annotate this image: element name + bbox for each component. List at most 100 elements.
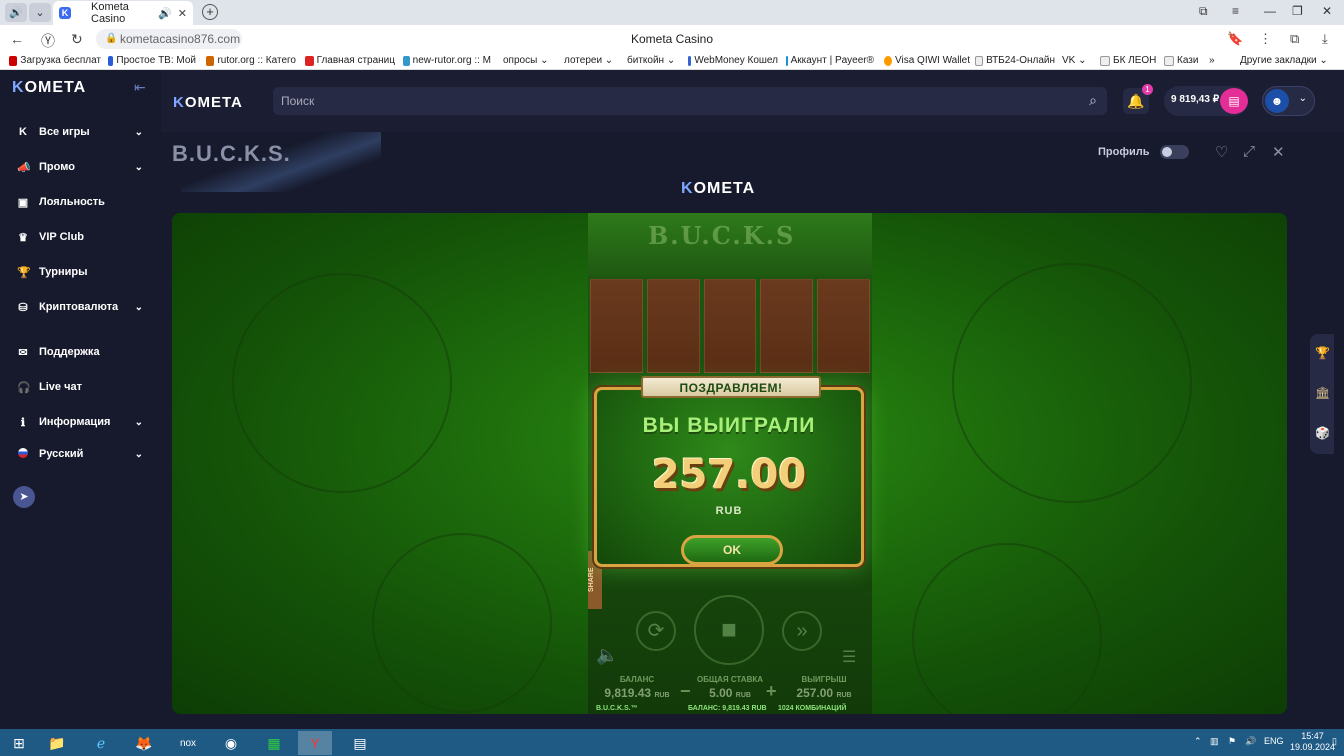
reel bbox=[760, 279, 814, 373]
bookmark-favicon-icon bbox=[403, 55, 410, 66]
bet-decrease-icon[interactable]: − bbox=[680, 681, 691, 702]
back-icon[interactable]: ← bbox=[10, 31, 24, 47]
bookmark-item[interactable]: rutor.org :: Катего bbox=[206, 55, 296, 66]
right-rail: 🏆 🏛 🎲 bbox=[1310, 334, 1334, 454]
stop-spin-button[interactable]: ■ bbox=[694, 595, 764, 665]
bookmark-item[interactable]: WebMoney Кошел bbox=[688, 55, 778, 66]
sidebar-item-promo[interactable]: 📣 Промо ⌄ bbox=[17, 157, 147, 177]
turbo-icon[interactable]: » bbox=[782, 611, 822, 651]
footer-game-name: B.U.C.K.S.™ bbox=[596, 705, 638, 712]
profile-toggle[interactable] bbox=[1160, 145, 1189, 159]
excel-icon[interactable]: ▦ bbox=[257, 731, 291, 755]
tabs-menu-chevron-icon[interactable]: ⌄ bbox=[29, 3, 51, 22]
sidebar-item-language[interactable]: Русский ⌄ bbox=[17, 444, 147, 464]
bookmark-item[interactable]: ВТБ24-Онлайн bbox=[975, 55, 1055, 66]
system-clock[interactable]: 15:47 19.09.2024 bbox=[1290, 731, 1335, 753]
telegram-icon[interactable]: ➤ bbox=[13, 486, 35, 508]
chrome-icon[interactable]: ◉ bbox=[214, 731, 248, 755]
nox-icon[interactable]: nox bbox=[171, 731, 205, 755]
window-close-icon[interactable]: ✕ bbox=[1322, 4, 1332, 18]
minimize-icon[interactable]: — bbox=[1264, 4, 1276, 18]
url-field[interactable]: 🔒 kometacasino876.com bbox=[96, 29, 242, 49]
wallet-icon[interactable]: ▤ bbox=[1220, 88, 1248, 114]
bookmark-folder[interactable]: VK ⌄ bbox=[1062, 55, 1092, 66]
new-tab-icon[interactable]: + bbox=[202, 4, 218, 20]
more-icon[interactable]: ⋮ bbox=[1259, 31, 1272, 47]
slot-footer: B.U.C.K.S.™ БАЛАНС: 9,819.43 RUB 1024 КО… bbox=[596, 705, 866, 712]
windows-start-icon[interactable]: ⊞ bbox=[2, 731, 36, 755]
bookmark-item[interactable]: Простое ТВ: Мой bbox=[108, 55, 196, 66]
game-frame[interactable]: B.U.C.K.S SHARE ⟳ ■ » 🔈 ☰ БАЛАНС 9,819.4… bbox=[172, 213, 1287, 714]
notifications-button[interactable]: 🔔 1 bbox=[1123, 84, 1153, 114]
internet-explorer-icon[interactable]: ℯ bbox=[84, 731, 118, 755]
bookmark-item[interactable]: Главная страниц bbox=[305, 55, 395, 66]
network-icon[interactable]: ▥ bbox=[1210, 736, 1219, 747]
bookmark-favicon-icon bbox=[786, 55, 788, 66]
autoplay-icon[interactable]: ⟳ bbox=[636, 611, 676, 651]
bookmark-icon[interactable]: 🔖 bbox=[1227, 31, 1243, 47]
sound-icon[interactable]: 🔈 bbox=[596, 645, 618, 666]
bookmark-item[interactable]: Кази bbox=[1164, 55, 1200, 66]
reload-icon[interactable]: ↻ bbox=[71, 31, 83, 48]
bookmark-item[interactable]: Загрузка бесплат bbox=[9, 55, 101, 66]
sidebar-item-support[interactable]: ✉ Поддержка bbox=[17, 342, 147, 362]
kometa-logo[interactable]: KOMETA bbox=[173, 94, 243, 111]
bookmark-folder[interactable]: опросы ⌄ bbox=[503, 55, 553, 66]
browser-tab-bar: 🔊 ⌄ K Kometa Casino 🔊 ✕ + ⧉ ≡ — ❐ ✕ bbox=[0, 0, 1344, 25]
sidebar-item-label: VIP Club bbox=[39, 231, 85, 243]
notifications-icon[interactable]: ≡ bbox=[1232, 4, 1239, 18]
fullscreen-icon[interactable]: ⤢ bbox=[1243, 143, 1255, 160]
sidebar-item-loyalty[interactable]: ▣ Лояльность bbox=[17, 192, 147, 212]
bookmark-folder[interactable]: лотереи ⌄ bbox=[564, 55, 616, 66]
bookmark-favicon-icon bbox=[305, 55, 314, 66]
other-bookmarks[interactable]: Другие закладки ⌄ bbox=[1240, 55, 1340, 66]
slot-controls: ⟳ ■ » 🔈 ☰ БАЛАНС 9,819.43 RUB − ОБЩАЯ СТ… bbox=[588, 589, 872, 714]
bookmark-folder[interactable]: биткойн ⌄ bbox=[627, 55, 679, 66]
dice-icon[interactable]: 🎲 bbox=[1315, 426, 1330, 440]
volume-icon[interactable]: 🔊 bbox=[1245, 736, 1256, 747]
sidebar-item-label: Турниры bbox=[39, 266, 88, 278]
search-icon[interactable]: ⌕ bbox=[1089, 92, 1097, 109]
bookmark-label: VK bbox=[1062, 55, 1076, 66]
bookmark-item[interactable]: БК ЛЕОН bbox=[1100, 55, 1158, 66]
flag-icon[interactable]: ⚑ bbox=[1228, 736, 1236, 747]
speaker-icon[interactable]: 🔊 bbox=[5, 3, 27, 22]
favorite-heart-icon[interactable]: ♡ bbox=[1215, 143, 1228, 161]
bookmarks-overflow-icon[interactable]: » bbox=[1209, 55, 1221, 66]
sidebar-item-crypto[interactable]: ⛁ Криптовалюта ⌄ bbox=[17, 297, 147, 317]
language-indicator[interactable]: ENG bbox=[1264, 736, 1284, 746]
bookmark-item[interactable]: Аккаунт | Payeer® bbox=[786, 55, 874, 66]
extensions-icon[interactable]: ⧉ bbox=[1290, 31, 1299, 47]
ok-button[interactable]: OK bbox=[681, 535, 783, 565]
tab-close-icon[interactable]: ✕ bbox=[178, 7, 187, 20]
trophy-icon[interactable]: 🏆 bbox=[1315, 346, 1330, 360]
logo-k: K bbox=[681, 180, 694, 197]
sidebar-item-tournaments[interactable]: 🏆 Турниры bbox=[17, 262, 147, 282]
yandex-icon[interactable]: Ⓨ bbox=[41, 31, 55, 51]
browser-tab-active[interactable]: K Kometa Casino 🔊 ✕ bbox=[53, 1, 193, 25]
yandex-browser-icon[interactable]: Y bbox=[298, 731, 332, 755]
sidebar-item-label: Лояльность bbox=[39, 196, 105, 208]
sidebar-item-all-games[interactable]: K Все игры ⌄ bbox=[17, 122, 147, 142]
sidebar-collapse-icon[interactable]: ⇤ bbox=[134, 79, 146, 96]
bank-icon[interactable]: 🏛 bbox=[1315, 386, 1330, 400]
kometa-logo[interactable]: KOMETA bbox=[12, 79, 86, 97]
menu-icon[interactable]: ☰ bbox=[842, 647, 856, 667]
search-input[interactable]: Поиск ⌕ bbox=[273, 87, 1107, 115]
bookmark-item[interactable]: Visa QIWI Wallet bbox=[884, 55, 970, 66]
download-icon[interactable]: ⤓ bbox=[1322, 31, 1328, 47]
bet-increase-icon[interactable]: + bbox=[766, 681, 777, 702]
firefox-icon[interactable]: 🦊 bbox=[127, 731, 161, 755]
file-explorer-icon[interactable]: 📁 bbox=[40, 731, 74, 755]
user-menu-button[interactable]: ☻ ⌄ bbox=[1262, 86, 1315, 116]
close-game-icon[interactable]: ✕ bbox=[1272, 143, 1285, 161]
sidebar-item-live-chat[interactable]: 🎧 Live чат bbox=[17, 377, 147, 397]
restore-icon[interactable]: ❐ bbox=[1292, 4, 1303, 18]
sidebar-item-vip[interactable]: ♛ VIP Club bbox=[17, 227, 147, 247]
collections-icon[interactable]: ⧉ bbox=[1199, 4, 1208, 19]
bookmark-item[interactable]: new-rutor.org :: М bbox=[403, 55, 491, 66]
calculator-icon[interactable]: ▤ bbox=[343, 731, 377, 755]
sidebar-item-info[interactable]: ℹ Информация ⌄ bbox=[17, 412, 147, 432]
notification-center-icon[interactable]: ▯ bbox=[1332, 736, 1337, 747]
tray-overflow-icon[interactable]: ⌃ bbox=[1194, 736, 1202, 747]
